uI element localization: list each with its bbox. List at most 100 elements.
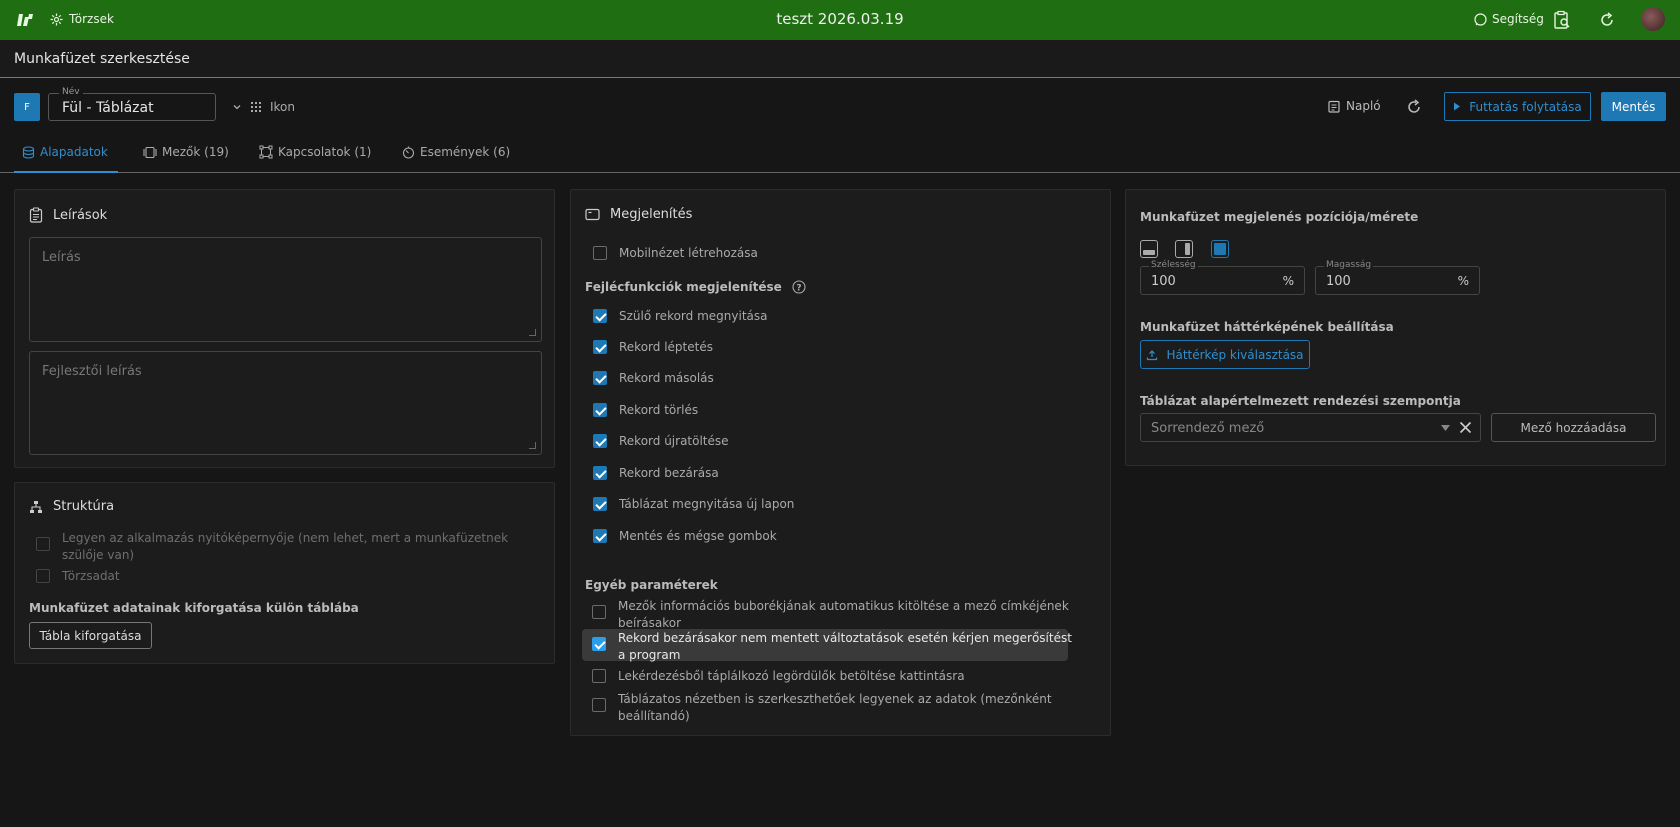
- add-field-button[interactable]: Mező hozzáadása: [1491, 413, 1656, 442]
- header-function-checkbox[interactable]: [593, 529, 607, 543]
- help-icon: [1474, 12, 1487, 26]
- question-icon[interactable]: ?: [792, 280, 806, 294]
- tab-fields[interactable]: Mezők (19): [143, 145, 229, 159]
- reload-icon[interactable]: [1405, 98, 1423, 116]
- resize-grip-icon[interactable]: [529, 329, 536, 336]
- start-screen-checkbox-row[interactable]: Legyen az alkalmazás nyitóképernyője (ne…: [36, 530, 536, 564]
- other-param-row[interactable]: Táblázatos nézetben is szerkeszthetőek l…: [592, 691, 1072, 725]
- height-field-value: 100: [1326, 274, 1351, 289]
- sort-field-select[interactable]: Sorrendező mező: [1140, 413, 1481, 442]
- clipboard-search-icon[interactable]: [1552, 10, 1572, 30]
- header-function-checkbox[interactable]: [593, 403, 607, 417]
- workbook-badge[interactable]: F: [14, 93, 40, 121]
- header-function-row[interactable]: Rekord másolás: [593, 370, 714, 387]
- header-function-row[interactable]: Mentés és mégse gombok: [593, 528, 777, 545]
- descriptions-title: Leírások: [29, 207, 107, 223]
- header-function-checkbox[interactable]: [593, 497, 607, 511]
- header-function-row[interactable]: Rekord léptetés: [593, 339, 713, 356]
- tab-label: Kapcsolatok (1): [278, 145, 372, 159]
- tab-events[interactable]: Események (6): [402, 145, 510, 159]
- other-param-row[interactable]: Lekérdezésből táplálkozó legördülők betö…: [592, 668, 965, 685]
- header-function-label: Rekord léptetés: [619, 340, 713, 354]
- name-field-value: Fül - Táblázat: [62, 100, 154, 116]
- layout-side-icon[interactable]: [1175, 240, 1193, 258]
- header-function-checkbox[interactable]: [593, 466, 607, 480]
- database-icon: [22, 145, 35, 159]
- other-param-row[interactable]: Mezők információs buborékjának automatik…: [592, 598, 1072, 632]
- run-continue-label: Futtatás folytatása: [1469, 99, 1582, 114]
- other-param-checkbox[interactable]: [592, 669, 606, 683]
- svg-text:?: ?: [796, 284, 801, 294]
- active-tab-indicator: [14, 171, 118, 173]
- header-function-checkbox[interactable]: [593, 434, 607, 448]
- settings-icon: [50, 13, 63, 25]
- clear-icon[interactable]: [1459, 421, 1472, 434]
- master-data-checkbox[interactable]: [36, 569, 50, 583]
- log-label: Napló: [1346, 99, 1381, 113]
- height-field[interactable]: Magasság 100 %: [1315, 260, 1480, 295]
- description-placeholder: Leírás: [42, 250, 81, 265]
- tab-bar: Alapadatok Mezők (19) Kapcsolatok (1) Es…: [0, 133, 1680, 173]
- chevron-down-icon: [233, 105, 241, 110]
- header-function-row[interactable]: Rekord bezárása: [593, 465, 719, 482]
- tab-basic-data[interactable]: Alapadatok: [22, 145, 108, 159]
- name-field-label: Név: [59, 87, 83, 97]
- run-continue-button[interactable]: Futtatás folytatása: [1444, 92, 1591, 121]
- dev-description-placeholder: Fejlesztői leírás: [42, 364, 142, 379]
- sort-title: Táblázat alapértelmezett rendezési szemp…: [1140, 394, 1461, 408]
- description-textarea[interactable]: Leírás: [29, 237, 542, 342]
- display-title: Megjelenítés: [585, 207, 692, 222]
- header-function-label: Rekord újratöltése: [619, 434, 729, 448]
- log-button[interactable]: Napló: [1328, 99, 1381, 113]
- dev-description-textarea[interactable]: Fejlesztői leírás: [29, 351, 542, 455]
- mobile-view-checkbox-row[interactable]: Mobilnézet létrehozása: [593, 245, 758, 262]
- mobile-view-label: Mobilnézet létrehozása: [619, 246, 758, 260]
- tab-label: Alapadatok: [40, 145, 108, 159]
- nav-torzsek[interactable]: Törzsek: [50, 12, 114, 26]
- mobile-view-checkbox[interactable]: [593, 246, 607, 260]
- refresh-icon[interactable]: [1597, 10, 1617, 30]
- resize-grip-icon[interactable]: [529, 442, 536, 449]
- name-field[interactable]: Név Fül - Táblázat: [48, 87, 216, 121]
- page-header: Munkafüzet szerkesztése: [0, 40, 1680, 78]
- clipboard-icon: [29, 207, 43, 223]
- tab-label: Mezők (19): [162, 145, 229, 159]
- header-function-row[interactable]: Szülő rekord megnyitása: [593, 308, 767, 325]
- other-param-label: Mezők információs buborékjának automatik…: [618, 599, 1069, 630]
- other-param-checkbox[interactable]: [592, 637, 606, 651]
- help-label: Segítség: [1492, 12, 1544, 26]
- other-param-label: Rekord bezárásakor nem mentett változtat…: [618, 631, 1072, 662]
- header-function-label: Mentés és mégse gombok: [619, 529, 777, 543]
- display-title-text: Megjelenítés: [610, 207, 693, 222]
- tab-connections[interactable]: Kapcsolatok (1): [259, 145, 371, 159]
- other-param-checkbox[interactable]: [592, 698, 606, 712]
- tab-label: Események (6): [420, 145, 511, 159]
- top-bar: Törzsek teszt 2026.03.19 Segítség: [0, 0, 1680, 40]
- layout-full-icon[interactable]: [1211, 240, 1229, 258]
- connections-icon: [259, 145, 273, 159]
- split-table-button[interactable]: Tábla kiforgatása: [29, 622, 152, 649]
- descriptions-card: Leírások Leírás Fejlesztői leírás: [14, 189, 555, 468]
- master-data-checkbox-row[interactable]: Törzsadat: [36, 568, 120, 585]
- logo-icon[interactable]: [16, 11, 34, 29]
- start-screen-checkbox[interactable]: [36, 537, 50, 551]
- header-function-checkbox[interactable]: [593, 309, 607, 323]
- layout-bottom-icon[interactable]: [1140, 240, 1158, 258]
- save-button[interactable]: Mentés: [1601, 92, 1666, 121]
- help-button[interactable]: Segítség: [1474, 12, 1544, 26]
- header-function-checkbox[interactable]: [593, 340, 607, 354]
- avatar[interactable]: [1641, 7, 1665, 31]
- background-select-button[interactable]: Háttérkép kiválasztása: [1140, 340, 1310, 369]
- icon-selector[interactable]: Ikon: [232, 100, 295, 114]
- header-function-row[interactable]: Rekord törlés: [593, 402, 698, 419]
- header-function-label: Rekord másolás: [619, 371, 714, 385]
- width-field[interactable]: Szélesség 100 %: [1140, 260, 1305, 295]
- fields-icon: [143, 146, 157, 158]
- other-param-row[interactable]: Rekord bezárásakor nem mentett változtat…: [592, 630, 1072, 664]
- header-function-row[interactable]: Rekord újratöltése: [593, 433, 729, 450]
- other-param-checkbox[interactable]: [592, 605, 606, 619]
- caret-down-icon[interactable]: [1441, 425, 1450, 431]
- other-params-label: Egyéb paraméterek: [585, 578, 718, 592]
- header-function-checkbox[interactable]: [593, 371, 607, 385]
- header-function-row[interactable]: Táblázat megnyitása új lapon: [593, 496, 794, 513]
